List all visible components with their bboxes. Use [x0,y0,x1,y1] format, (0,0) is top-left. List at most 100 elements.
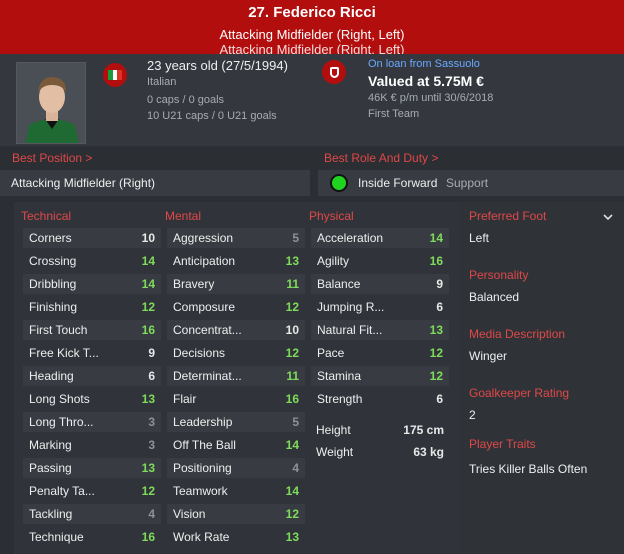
attribute-label: Jumping R... [317,300,385,314]
attribute-value: 9 [436,277,443,291]
mental-attribute-row[interactable]: Composure 12 [167,297,305,317]
physical-attribute-row[interactable]: Pace 12 [311,343,449,363]
technical-attribute-row[interactable]: Penalty Ta... 12 [23,481,161,501]
attribute-value: 13 [285,254,299,268]
attribute-label: Corners [29,231,72,245]
technical-attribute-row[interactable]: Free Kick T... 9 [23,343,161,363]
attribute-label: Composure [173,300,236,314]
player-age: 23 years old (27/5/1994) [147,58,288,73]
physical-attribute-row[interactable]: Balance 9 [311,274,449,294]
attribute-label: Passing [29,461,72,475]
mental-attribute-row[interactable]: Determinat... 11 [167,366,305,386]
attribute-value: 12 [285,507,299,521]
chevron-down-icon[interactable] [603,210,613,224]
weight-label: Weight [316,445,354,459]
personality-heading: Personality [469,268,529,282]
role-suitability-icon [330,174,348,192]
technical-attribute-row[interactable]: Finishing 12 [23,297,161,317]
technical-attribute-row[interactable]: Tackling 4 [23,504,161,524]
attribute-label: Aggression [173,231,234,245]
weight-row: Weight 63 kg [310,442,450,462]
attribute-label: Flair [173,392,197,406]
preferred-foot-heading: Preferred Foot [469,209,547,223]
technical-attribute-row[interactable]: Heading 6 [23,366,161,386]
technical-attribute-row[interactable]: Dribbling 14 [23,274,161,294]
attribute-value: 12 [429,346,443,360]
technical-heading: Technical [21,209,72,223]
attribute-value: 14 [141,254,155,268]
physical-attribute-row[interactable]: Stamina 12 [311,366,449,386]
attribute-value: 12 [429,369,443,383]
physical-attribute-row[interactable]: Jumping R... 6 [311,297,449,317]
attribute-label: Decisions [173,346,226,360]
mental-attribute-row[interactable]: Positioning 4 [167,458,305,478]
loan-club-link[interactable]: On loan from Sassuolo [368,58,480,70]
height-row: Height 175 cm [310,420,450,440]
attribute-label: Free Kick T... [29,346,99,360]
technical-attribute-row[interactable]: Passing 13 [23,458,161,478]
attribute-label: Natural Fit... [317,323,383,337]
technical-attribute-row[interactable]: Technique 16 [23,527,161,547]
attribute-label: Pace [317,346,345,360]
physical-heading: Physical [309,209,354,223]
attribute-value: 12 [141,484,155,498]
technical-attribute-row[interactable]: Crossing 14 [23,251,161,271]
technical-attribute-row[interactable]: Marking 3 [23,435,161,455]
attribute-label: Agility [317,254,350,268]
player-wage: 46K € p/m until 30/6/2018 [368,92,494,104]
player-trait-item: Tries Killer Balls Often [469,462,588,476]
technical-attribute-row[interactable]: Long Thro... 3 [23,412,161,432]
attribute-label: Vision [173,507,206,521]
attribute-value: 13 [285,530,299,544]
mental-attribute-row[interactable]: Teamwork 14 [167,481,305,501]
player-header: 27. Federico Ricci Attacking Midfielder … [0,0,624,54]
player-traits-heading[interactable]: Player Traits [469,437,536,451]
mental-attribute-row[interactable]: Off The Ball 14 [167,435,305,455]
attribute-label: Finishing [29,300,78,314]
height-label: Height [316,423,351,437]
mental-attribute-row[interactable]: Aggression 5 [167,228,305,248]
attribute-label: Leadership [173,415,233,429]
attribute-label: Technique [29,530,84,544]
attribute-label: Work Rate [173,530,230,544]
italy-flag-icon [103,63,127,87]
player-title: 27. Federico Ricci [248,4,376,21]
best-role-link[interactable]: Best Role And Duty > [324,151,438,165]
attribute-label: Dribbling [29,277,77,291]
mental-attribute-row[interactable]: Flair 16 [167,389,305,409]
physical-attribute-row[interactable]: Strength 6 [311,389,449,409]
attribute-value: 16 [141,323,155,337]
technical-attribute-row[interactable]: Long Shots 13 [23,389,161,409]
mental-attribute-row[interactable]: Anticipation 13 [167,251,305,271]
attribute-value: 14 [285,484,299,498]
attribute-value: 16 [285,392,299,406]
attribute-label: Acceleration [317,231,384,245]
attribute-label: Heading [29,369,74,383]
mental-attribute-row[interactable]: Leadership 5 [167,412,305,432]
attribute-value: 5 [292,231,299,245]
attribute-value: 14 [285,438,299,452]
player-side-panel [460,202,624,554]
attribute-label: Bravery [173,277,215,291]
best-position-link[interactable]: Best Position > [12,151,92,165]
physical-attribute-row[interactable]: Agility 16 [311,251,449,271]
attribute-value: 4 [148,507,155,521]
mental-attribute-row[interactable]: Work Rate 13 [167,527,305,547]
physical-attribute-row[interactable]: Natural Fit... 13 [311,320,449,340]
mental-attribute-row[interactable]: Decisions 12 [167,343,305,363]
player-u21-caps: 10 U21 caps / 0 U21 goals [147,110,277,122]
attribute-value: 10 [285,323,299,337]
mental-heading: Mental [165,209,202,223]
attribute-value: 16 [429,254,443,268]
attribute-value: 11 [286,277,299,291]
best-position-value: Attacking Midfielder (Right) [11,176,156,190]
technical-attribute-row[interactable]: Corners 10 [23,228,161,248]
physical-attribute-row[interactable]: Acceleration 14 [311,228,449,248]
technical-attribute-row[interactable]: First Touch 16 [23,320,161,340]
club-crest-icon[interactable] [322,60,346,84]
mental-attribute-row[interactable]: Vision 12 [167,504,305,524]
attribute-label: Concentrat... [173,323,242,337]
mental-attribute-row[interactable]: Bravery 11 [167,274,305,294]
player-photo[interactable] [16,62,86,144]
mental-attribute-row[interactable]: Concentrat... 10 [167,320,305,340]
